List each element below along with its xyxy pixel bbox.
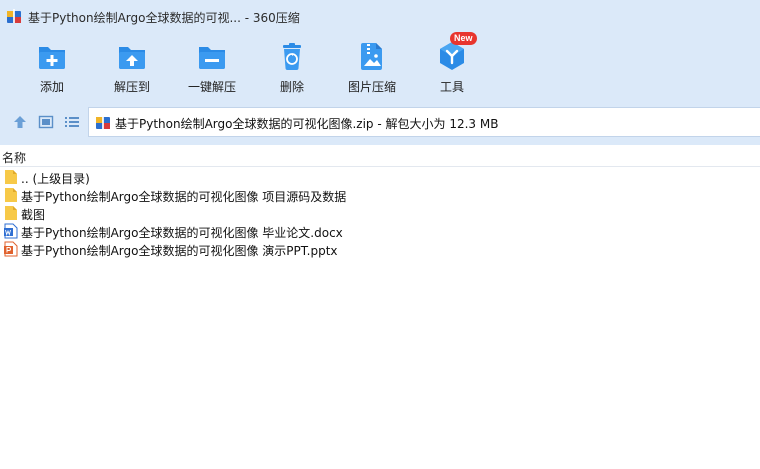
new-badge: New: [450, 32, 477, 45]
file-name: 基于Python绘制Argo全球数据的可视化图像 演示PPT.pptx: [21, 244, 338, 258]
add-folder-icon: [39, 47, 65, 69]
list-view-icon[interactable]: [64, 114, 80, 130]
navigation-row: 基于Python绘制Argo全球数据的可视化图像.zip - 解包大小为 12.…: [0, 106, 760, 138]
name-column-header[interactable]: 名称: [2, 149, 26, 166]
extract-to-button[interactable]: 解压到: [92, 34, 172, 98]
list-item[interactable]: 基于Python绘制Argo全球数据的可视化图像 项目源码及数据: [0, 186, 760, 204]
up-arrow-icon[interactable]: [12, 114, 28, 130]
zip-archive-icon: [96, 115, 110, 129]
list-item[interactable]: 基于Python绘制Argo全球数据的可视化图像 演示PPT.pptx: [0, 240, 760, 258]
archive-window: 基于Python绘制Argo全球数据的可视... - 360压缩 添加 解压到 …: [0, 0, 760, 469]
delete-label: 删除: [279, 80, 304, 94]
tools-label: 工具: [439, 80, 464, 94]
folder-icon: [5, 206, 17, 220]
list-item[interactable]: 基于Python绘制Argo全球数据的可视化图像 毕业论文.docx: [0, 222, 760, 240]
add-button[interactable]: 添加: [12, 34, 92, 98]
address-bar[interactable]: 基于Python绘制Argo全球数据的可视化图像.zip - 解包大小为 12.…: [88, 107, 760, 137]
add-label: 添加: [39, 80, 64, 94]
one-click-extract-label: 一键解压: [187, 80, 236, 94]
list-header: 名称: [0, 145, 760, 167]
title-bar: 基于Python绘制Argo全球数据的可视... - 360压缩: [0, 0, 760, 32]
delete-icon: [283, 43, 301, 70]
image-compress-button[interactable]: 图片压缩: [332, 34, 412, 98]
tools-button[interactable]: New 工具: [412, 32, 492, 98]
file-name: .. (上级目录): [21, 172, 90, 186]
list-item[interactable]: 截图: [0, 204, 760, 222]
powerpoint-icon: [4, 241, 18, 257]
file-list: .. (上级目录) 基于Python绘制Argo全球数据的可视化图像 项目源码及…: [0, 168, 760, 258]
image-compress-label: 图片压缩: [347, 80, 396, 94]
archive-app-icon: [7, 9, 21, 23]
word-doc-icon: [4, 223, 18, 239]
image-compress-icon: [361, 43, 382, 70]
header-area: 基于Python绘制Argo全球数据的可视... - 360压缩 添加 解压到 …: [0, 0, 760, 145]
folder-icon: [5, 188, 17, 202]
list-item[interactable]: .. (上级目录): [0, 168, 760, 186]
one-click-extract-button[interactable]: 一键解压: [172, 34, 252, 98]
one-click-extract-icon: [199, 47, 225, 69]
folder-icon: [5, 170, 17, 184]
extract-to-icon: [119, 47, 145, 69]
extract-to-label: 解压到: [113, 80, 150, 94]
window-title: 基于Python绘制Argo全球数据的可视... - 360压缩: [28, 11, 300, 25]
file-name: 基于Python绘制Argo全球数据的可视化图像 项目源码及数据: [21, 190, 347, 204]
delete-button[interactable]: 删除: [252, 34, 332, 98]
file-name: 基于Python绘制Argo全球数据的可视化图像 毕业论文.docx: [21, 226, 343, 240]
toolbar: 添加 解压到 一键解压 删除 图片压缩 New 工具: [0, 32, 760, 98]
archive-path: 基于Python绘制Argo全球数据的可视化图像.zip - 解包大小为 12.…: [115, 117, 499, 131]
file-name: 截图: [21, 208, 46, 222]
thumbnail-view-icon[interactable]: [38, 114, 54, 130]
